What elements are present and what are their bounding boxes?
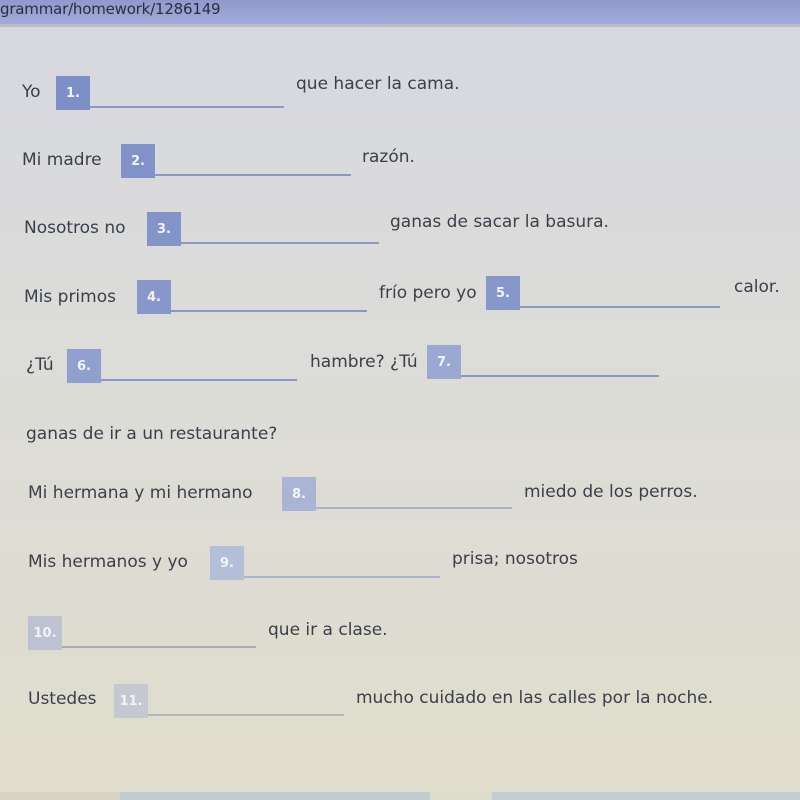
url-text: grammar/homework/1286149 [0, 0, 221, 18]
bottom-tab-3[interactable] [492, 792, 800, 800]
item-4-after: frío pero yo [379, 283, 477, 303]
answer-input-7[interactable] [461, 345, 659, 377]
bottom-tab-2[interactable] [120, 792, 430, 800]
answer-input-11[interactable] [148, 684, 344, 716]
item-8-before: Mi hermana y mi hermano [28, 483, 253, 503]
item-11-before: Ustedes [28, 689, 97, 709]
blank-10-number: 10. [28, 616, 62, 650]
answer-input-9[interactable] [244, 546, 440, 578]
blank-3-number: 3. [147, 212, 181, 246]
answer-input-6[interactable] [101, 349, 297, 381]
item-9-before: Mis hermanos y yo [28, 552, 188, 572]
blank-11-number: 11. [114, 684, 148, 718]
bottom-tab-1[interactable] [0, 792, 120, 800]
answer-input-10[interactable] [62, 616, 256, 648]
bottom-gap [430, 792, 492, 800]
blank-7-number: 7. [427, 345, 461, 379]
blank-2-number: 2. [121, 144, 155, 178]
address-bar[interactable]: grammar/homework/1286149 [0, 0, 800, 27]
item-3-before: Nosotros no [24, 218, 126, 238]
answer-input-5[interactable] [520, 276, 720, 308]
item-5-after: calor. [734, 277, 780, 297]
blank-9-number: 9. [210, 546, 244, 580]
blank-8-number: 8. [282, 477, 316, 511]
item-8-after: miedo de los perros. [524, 482, 698, 502]
item-2-after: razón. [362, 147, 415, 167]
item-6-after: hambre? ¿Tú [310, 352, 418, 372]
item-3-after: ganas de sacar la basura. [390, 212, 609, 232]
blank-1-number: 1. [56, 76, 90, 110]
item-10-after: que ir a clase. [268, 620, 388, 640]
blank-6-number: 6. [67, 349, 101, 383]
answer-input-1[interactable] [90, 76, 284, 108]
item-11-after: mucho cuidado en las calles por la noche… [356, 688, 714, 708]
answer-input-4[interactable] [171, 280, 367, 312]
answer-input-2[interactable] [155, 144, 351, 176]
item-7-after: ganas de ir a un restaurante? [26, 424, 278, 444]
answer-input-3[interactable] [181, 212, 379, 244]
blank-4-number: 4. [137, 280, 171, 314]
item-1-after: que hacer la cama. [296, 74, 460, 94]
blank-5-number: 5. [486, 276, 520, 310]
item-2-before: Mi madre [22, 150, 102, 170]
item-4-before: Mis primos [24, 287, 116, 307]
item-9-after: prisa; nosotros [452, 549, 578, 569]
item-1-before: Yo [22, 82, 41, 102]
answer-input-8[interactable] [316, 477, 512, 509]
item-6-before: ¿Tú [26, 355, 54, 375]
